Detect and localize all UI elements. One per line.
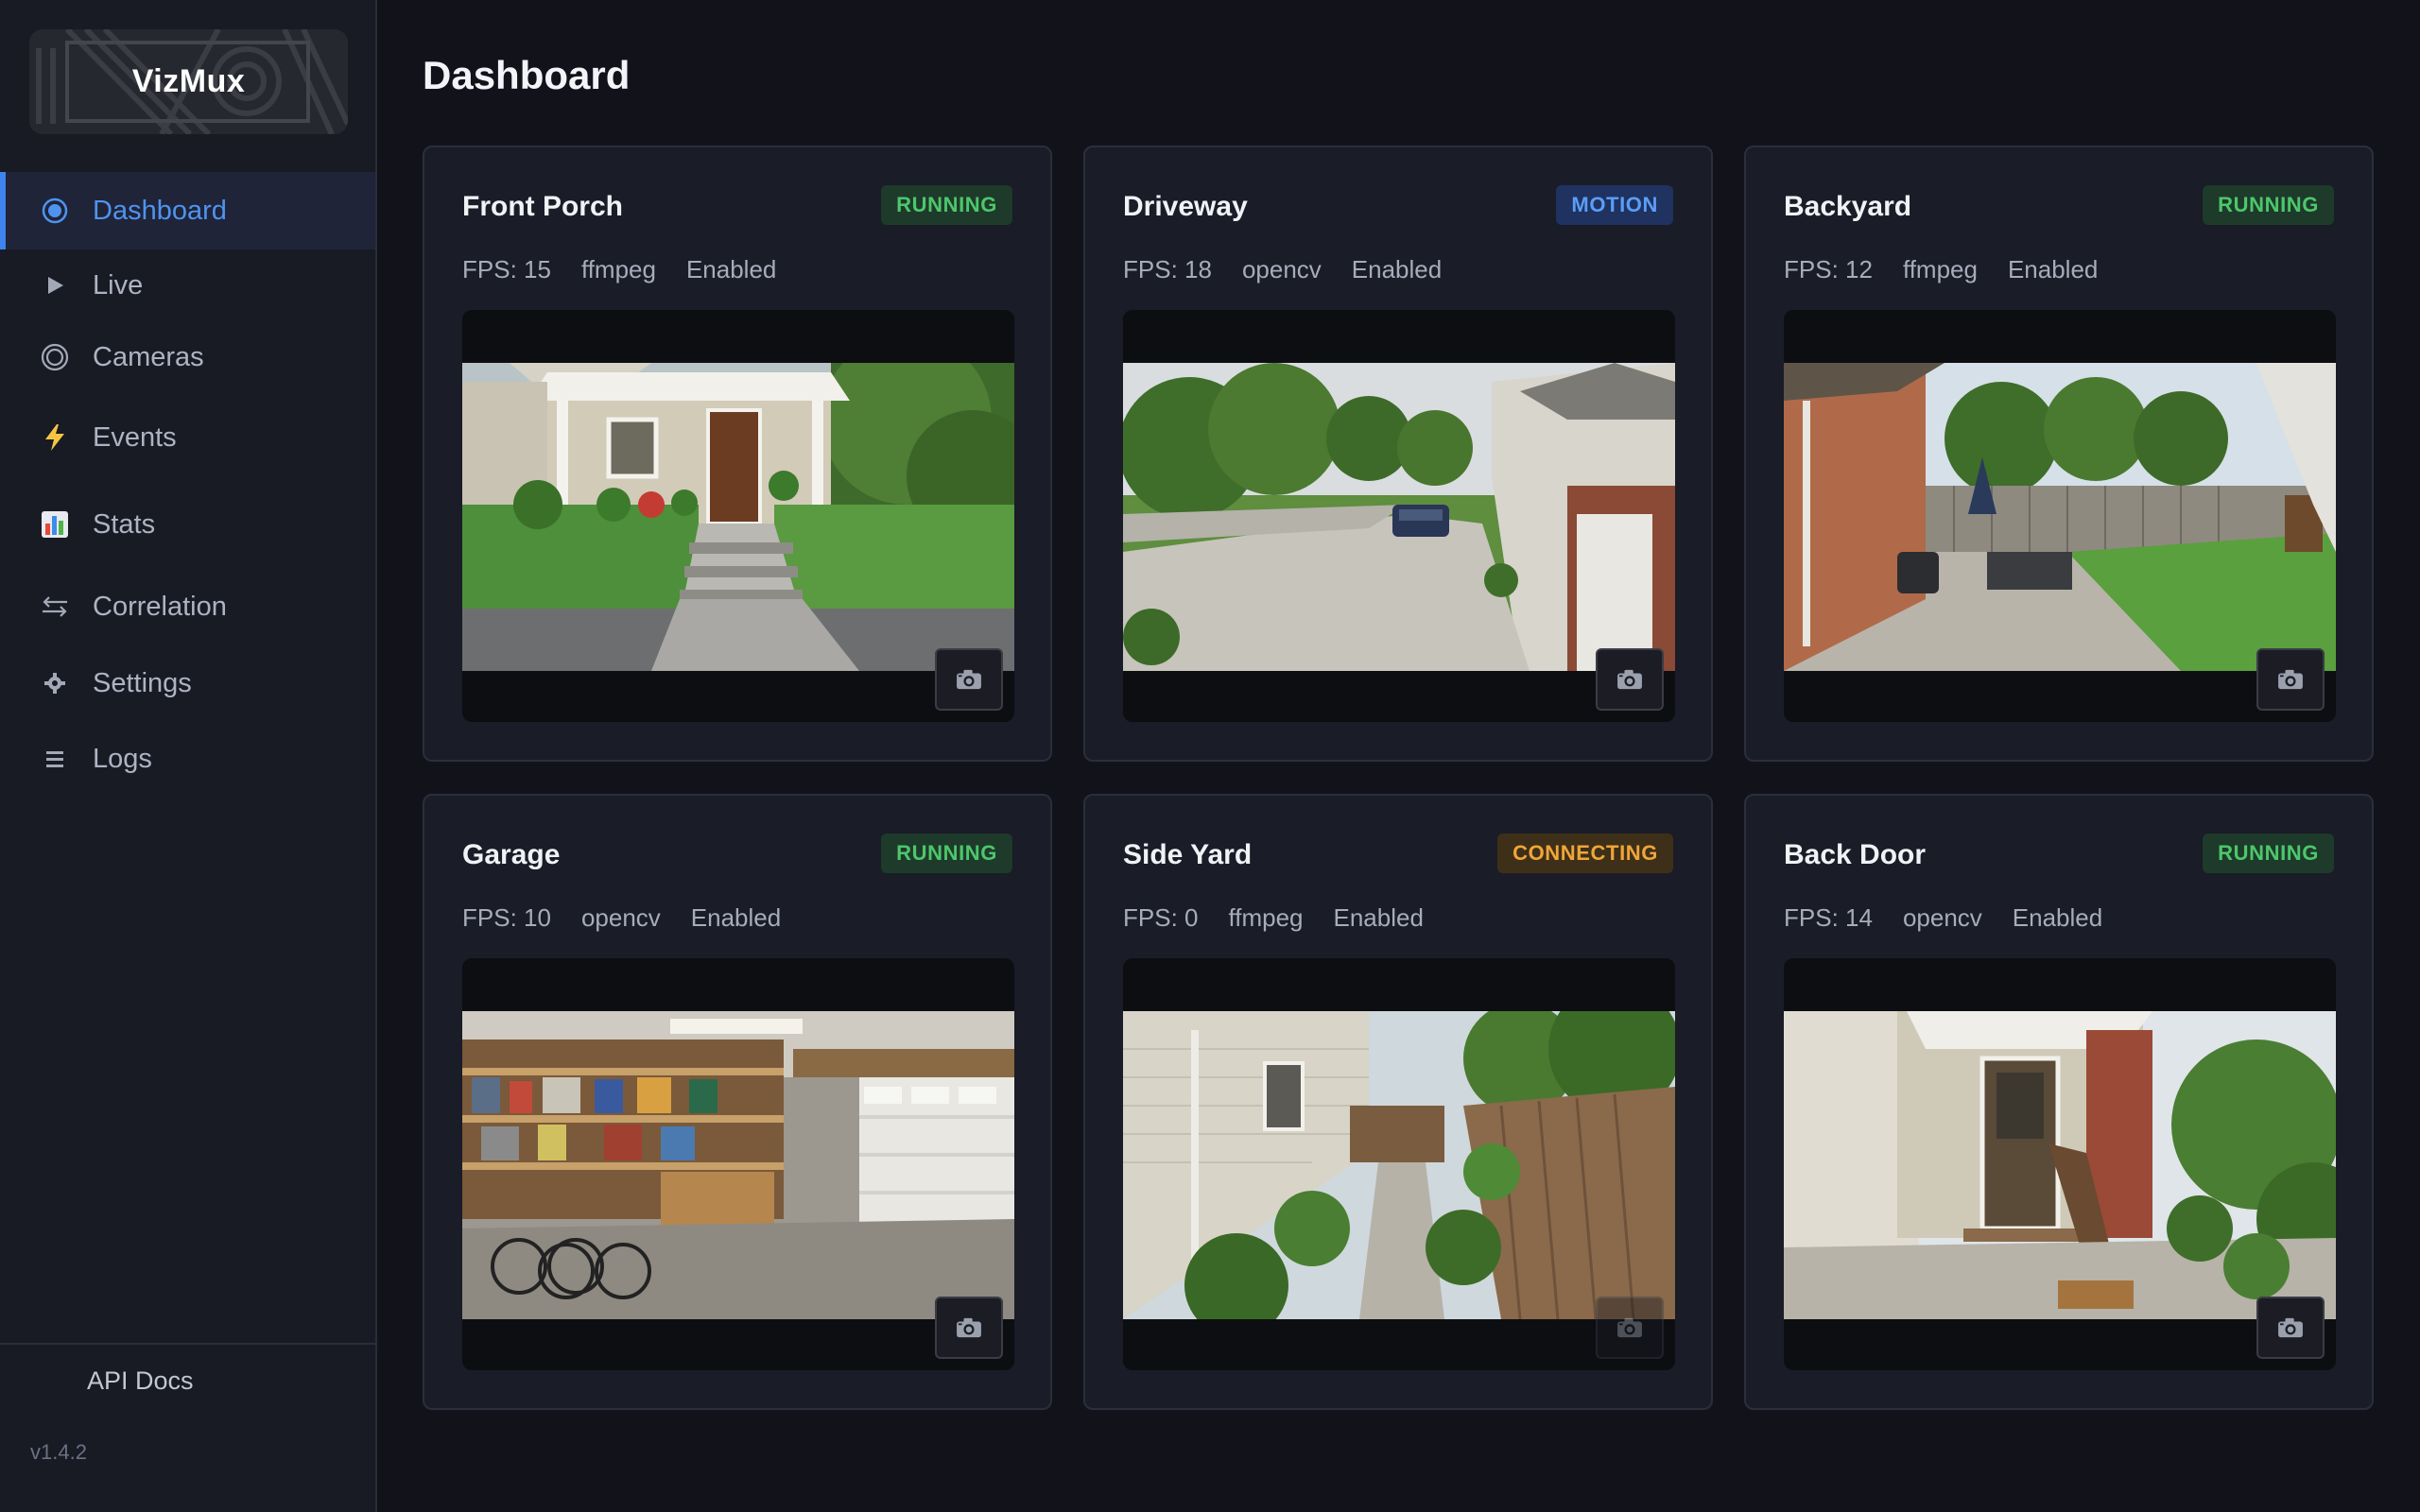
- camera-snapshot-icon: [2276, 668, 2305, 691]
- arrows-icon: [38, 590, 72, 624]
- sidebar-item-label: Stats: [93, 508, 156, 540]
- fps-value: FPS: 10: [462, 903, 551, 932]
- sidebar-item-label: Correlation: [93, 591, 227, 622]
- enabled-state: Enabled: [2012, 903, 2103, 932]
- camera-card[interactable]: Front Porch RUNNING FPS: 15 ffmpeg Enabl…: [423, 146, 1052, 762]
- camera-name: Driveway: [1123, 191, 1248, 222]
- camera-meta: FPS: 12 ffmpeg Enabled: [1784, 255, 2098, 284]
- camera-name: Garage: [462, 839, 561, 870]
- camera-snapshot-icon: [1616, 668, 1644, 691]
- snapshot-button[interactable]: [1596, 648, 1664, 711]
- fps-value: FPS: 18: [1123, 255, 1212, 284]
- fps-value: FPS: 12: [1784, 255, 1873, 284]
- snapshot-button[interactable]: [2256, 1297, 2325, 1359]
- camera-name: Back Door: [1784, 839, 1927, 870]
- camera-name: Side Yard: [1123, 839, 1253, 870]
- camera-feed-backyard: [1784, 363, 2336, 671]
- sidebar-item-cameras[interactable]: Cameras: [0, 321, 375, 393]
- snapshot-button[interactable]: [1596, 1297, 1664, 1359]
- sidebar: VizMux Dashboard Live Cameras Events Sta…: [0, 0, 377, 1512]
- backend-value: ffmpeg: [1902, 255, 1978, 284]
- enabled-state: Enabled: [2007, 255, 2099, 284]
- status-badge: RUNNING: [2203, 833, 2334, 873]
- sidebar-item-label: Events: [93, 421, 177, 453]
- camera-feed-side-yard: [1123, 1011, 1675, 1319]
- app-version: v1.4.2: [30, 1440, 87, 1464]
- enabled-state: Enabled: [1351, 255, 1443, 284]
- app-name: VizMux: [131, 63, 246, 99]
- backend-value: opencv: [1902, 903, 1982, 932]
- backend-value: ffmpeg: [580, 255, 656, 284]
- bar-chart-icon: [38, 507, 72, 541]
- enabled-state: Enabled: [1333, 903, 1424, 932]
- page-title: Dashboard: [423, 53, 631, 97]
- camera-card[interactable]: Side Yard CONNECTING FPS: 0 ffmpeg Enabl…: [1083, 794, 1713, 1410]
- dashboard-icon: [38, 194, 72, 228]
- status-badge: CONNECTING: [1497, 833, 1673, 873]
- camera-feed-driveway: [1123, 363, 1675, 671]
- snapshot-button[interactable]: [935, 648, 1003, 711]
- camera-preview[interactable]: [462, 310, 1014, 722]
- status-badge: RUNNING: [881, 833, 1012, 873]
- status-badge: RUNNING: [2203, 185, 2334, 225]
- sidebar-item-logs[interactable]: Logs: [0, 720, 375, 798]
- camera-preview[interactable]: [1784, 958, 2336, 1370]
- sidebar-item-events[interactable]: Events: [0, 393, 375, 482]
- list-icon: [38, 742, 72, 776]
- app-logo[interactable]: VizMux: [29, 29, 348, 134]
- enabled-state: Enabled: [685, 255, 777, 284]
- camera-icon: [38, 340, 72, 374]
- sidebar-item-label: Cameras: [93, 341, 204, 372]
- gear-icon: [38, 666, 72, 700]
- camera-card[interactable]: Back Door RUNNING FPS: 14 opencv Enabled: [1744, 794, 2374, 1410]
- camera-card[interactable]: Garage RUNNING FPS: 10 opencv Enabled: [423, 794, 1052, 1410]
- snapshot-button[interactable]: [2256, 648, 2325, 711]
- camera-snapshot-icon: [955, 668, 983, 691]
- backend-value: ffmpeg: [1228, 903, 1304, 932]
- lightning-icon: [38, 421, 72, 455]
- status-badge: MOTION: [1556, 185, 1673, 225]
- fps-value: FPS: 14: [1784, 903, 1873, 932]
- camera-preview[interactable]: [1123, 958, 1675, 1370]
- sidebar-item-correlation[interactable]: Correlation: [0, 567, 375, 646]
- camera-card[interactable]: Driveway MOTION FPS: 18 opencv Enabled: [1083, 146, 1713, 762]
- sidebar-item-live[interactable]: Live: [0, 249, 375, 321]
- camera-preview[interactable]: [1123, 310, 1675, 722]
- camera-snapshot-icon: [955, 1316, 983, 1339]
- backend-value: opencv: [1241, 255, 1322, 284]
- status-badge: RUNNING: [881, 185, 1012, 225]
- camera-preview[interactable]: [462, 958, 1014, 1370]
- camera-feed-back-door: [1784, 1011, 2336, 1319]
- fps-value: FPS: 15: [462, 255, 551, 284]
- camera-snapshot-icon: [2276, 1316, 2305, 1339]
- camera-preview[interactable]: [1784, 310, 2336, 722]
- sidebar-item-settings[interactable]: Settings: [0, 646, 375, 720]
- enabled-state: Enabled: [690, 903, 782, 932]
- sidebar-item-label: Settings: [93, 667, 192, 698]
- play-icon: [38, 268, 72, 302]
- api-docs-link[interactable]: API Docs: [87, 1366, 194, 1396]
- sidebar-divider: [0, 1343, 375, 1345]
- camera-meta: FPS: 10 opencv Enabled: [462, 903, 781, 933]
- camera-meta: FPS: 0 ffmpeg Enabled: [1123, 903, 1424, 933]
- camera-snapshot-icon: [1616, 1316, 1644, 1339]
- camera-name: Backyard: [1784, 191, 1912, 222]
- camera-card[interactable]: Backyard RUNNING FPS: 12 ffmpeg Enabled: [1744, 146, 2374, 762]
- sidebar-item-stats[interactable]: Stats: [0, 482, 375, 567]
- sidebar-item-label: Dashboard: [93, 195, 227, 226]
- camera-meta: FPS: 18 opencv Enabled: [1123, 255, 1442, 284]
- main-content: Dashboard Front Porch RUNNING FPS: 15 ff…: [377, 0, 2420, 1512]
- camera-feed-front-porch: [462, 363, 1014, 671]
- sidebar-item-dashboard[interactable]: Dashboard: [0, 172, 375, 249]
- sidebar-item-label: Live: [93, 269, 144, 301]
- camera-meta: FPS: 15 ffmpeg Enabled: [462, 255, 776, 284]
- fps-value: FPS: 0: [1123, 903, 1199, 932]
- snapshot-button[interactable]: [935, 1297, 1003, 1359]
- camera-name: Front Porch: [462, 191, 623, 222]
- sidebar-item-label: Logs: [93, 743, 152, 774]
- camera-meta: FPS: 14 opencv Enabled: [1784, 903, 2102, 933]
- sidebar-nav: Dashboard Live Cameras Events Stats Corr…: [0, 172, 375, 798]
- camera-feed-garage: [462, 1011, 1014, 1319]
- backend-value: opencv: [580, 903, 661, 932]
